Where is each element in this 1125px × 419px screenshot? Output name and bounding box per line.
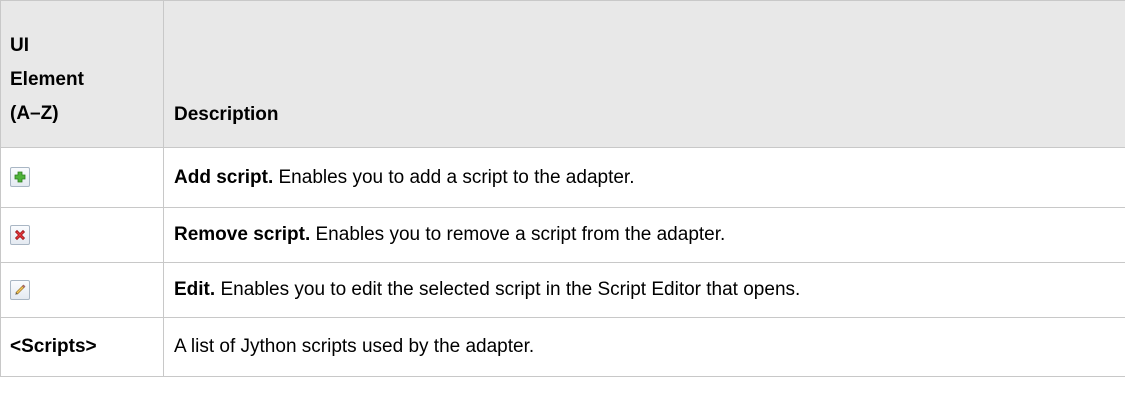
- header-ui-element-line-2: Element: [10, 69, 84, 90]
- description-text: Enables you to remove a script from the …: [310, 224, 726, 245]
- table-row: Add script. Enables you to add a script …: [0, 147, 1125, 208]
- table-row: <Scripts> A list of Jython scripts used …: [0, 317, 1125, 377]
- description-cell: Remove script. Enables you to remove a s…: [163, 207, 1125, 263]
- header-description: Description: [163, 0, 1125, 148]
- element-cell-scripts: <Scripts>: [0, 317, 164, 377]
- remove-script-button[interactable]: [10, 224, 30, 245]
- description-cell: Add script. Enables you to add a script …: [163, 147, 1125, 208]
- edit-pencil-icon: [15, 284, 26, 295]
- table-row: Remove script. Enables you to remove a s…: [0, 207, 1125, 263]
- description-text: Enables you to add a script to the adapt…: [273, 166, 635, 188]
- header-ui-element-line-3: (A–Z): [10, 103, 59, 124]
- table-row: Edit. Enables you to edit the selected s…: [0, 262, 1125, 318]
- edit-script-button[interactable]: [10, 279, 30, 300]
- description-cell: A list of Jython scripts used by the ada…: [163, 317, 1125, 377]
- ui-element-table: UI Element (A–Z) Description Add script.…: [0, 0, 1125, 377]
- add-icon: [14, 172, 26, 183]
- header-ui-element-line-1: UI: [10, 35, 29, 56]
- description-lead: Add script.: [174, 166, 274, 188]
- description-text: Enables you to edit the selected script …: [215, 279, 801, 300]
- element-cell: [0, 207, 164, 263]
- element-cell: [0, 262, 164, 318]
- description-lead: Remove script.: [174, 224, 311, 245]
- remove-icon: [14, 229, 26, 241]
- add-script-button[interactable]: [10, 167, 30, 188]
- element-cell: [0, 147, 164, 208]
- header-row: UI Element (A–Z) Description: [0, 0, 1125, 148]
- table-body: Add script. Enables you to add a script …: [0, 147, 1125, 377]
- description-lead: Edit.: [174, 279, 216, 300]
- header-ui-element: UI Element (A–Z): [0, 0, 164, 148]
- table-header: UI Element (A–Z) Description: [0, 0, 1125, 148]
- description-cell: Edit. Enables you to edit the selected s…: [163, 262, 1125, 318]
